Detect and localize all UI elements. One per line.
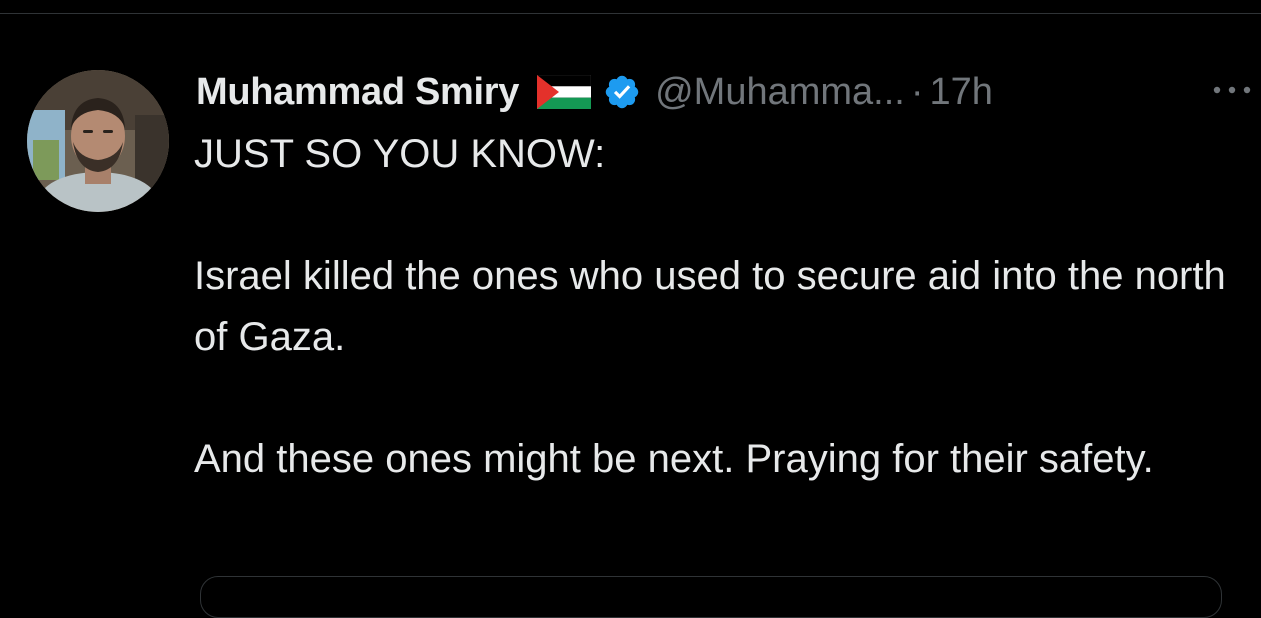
author-handle[interactable]: @Muhamma... <box>655 71 905 114</box>
tweet-text: JUST SO YOU KNOW: Israel killed the ones… <box>194 124 1244 490</box>
separator-dot: · <box>910 70 924 113</box>
tweet[interactable]: Muhammad Smiry @Muhamma... · 17h JUST SO… <box>0 14 1261 618</box>
timestamp[interactable]: 17h <box>930 71 993 114</box>
more-icon[interactable] <box>1208 80 1256 100</box>
author-name[interactable]: Muhammad Smiry <box>196 71 519 114</box>
tweet-paragraph: And these ones might be next. Praying fo… <box>194 437 1154 481</box>
palestine-flag-icon <box>537 75 592 109</box>
quoted-card-edge[interactable] <box>200 576 1222 618</box>
avatar[interactable] <box>27 70 169 212</box>
verified-badge-icon[interactable] <box>603 73 641 111</box>
tweet-paragraph: Israel killed the ones who used to secur… <box>194 254 1226 359</box>
tweet-header: Muhammad Smiry @Muhamma... · 17h <box>196 66 993 118</box>
tweet-paragraph: JUST SO YOU KNOW: <box>194 132 606 176</box>
